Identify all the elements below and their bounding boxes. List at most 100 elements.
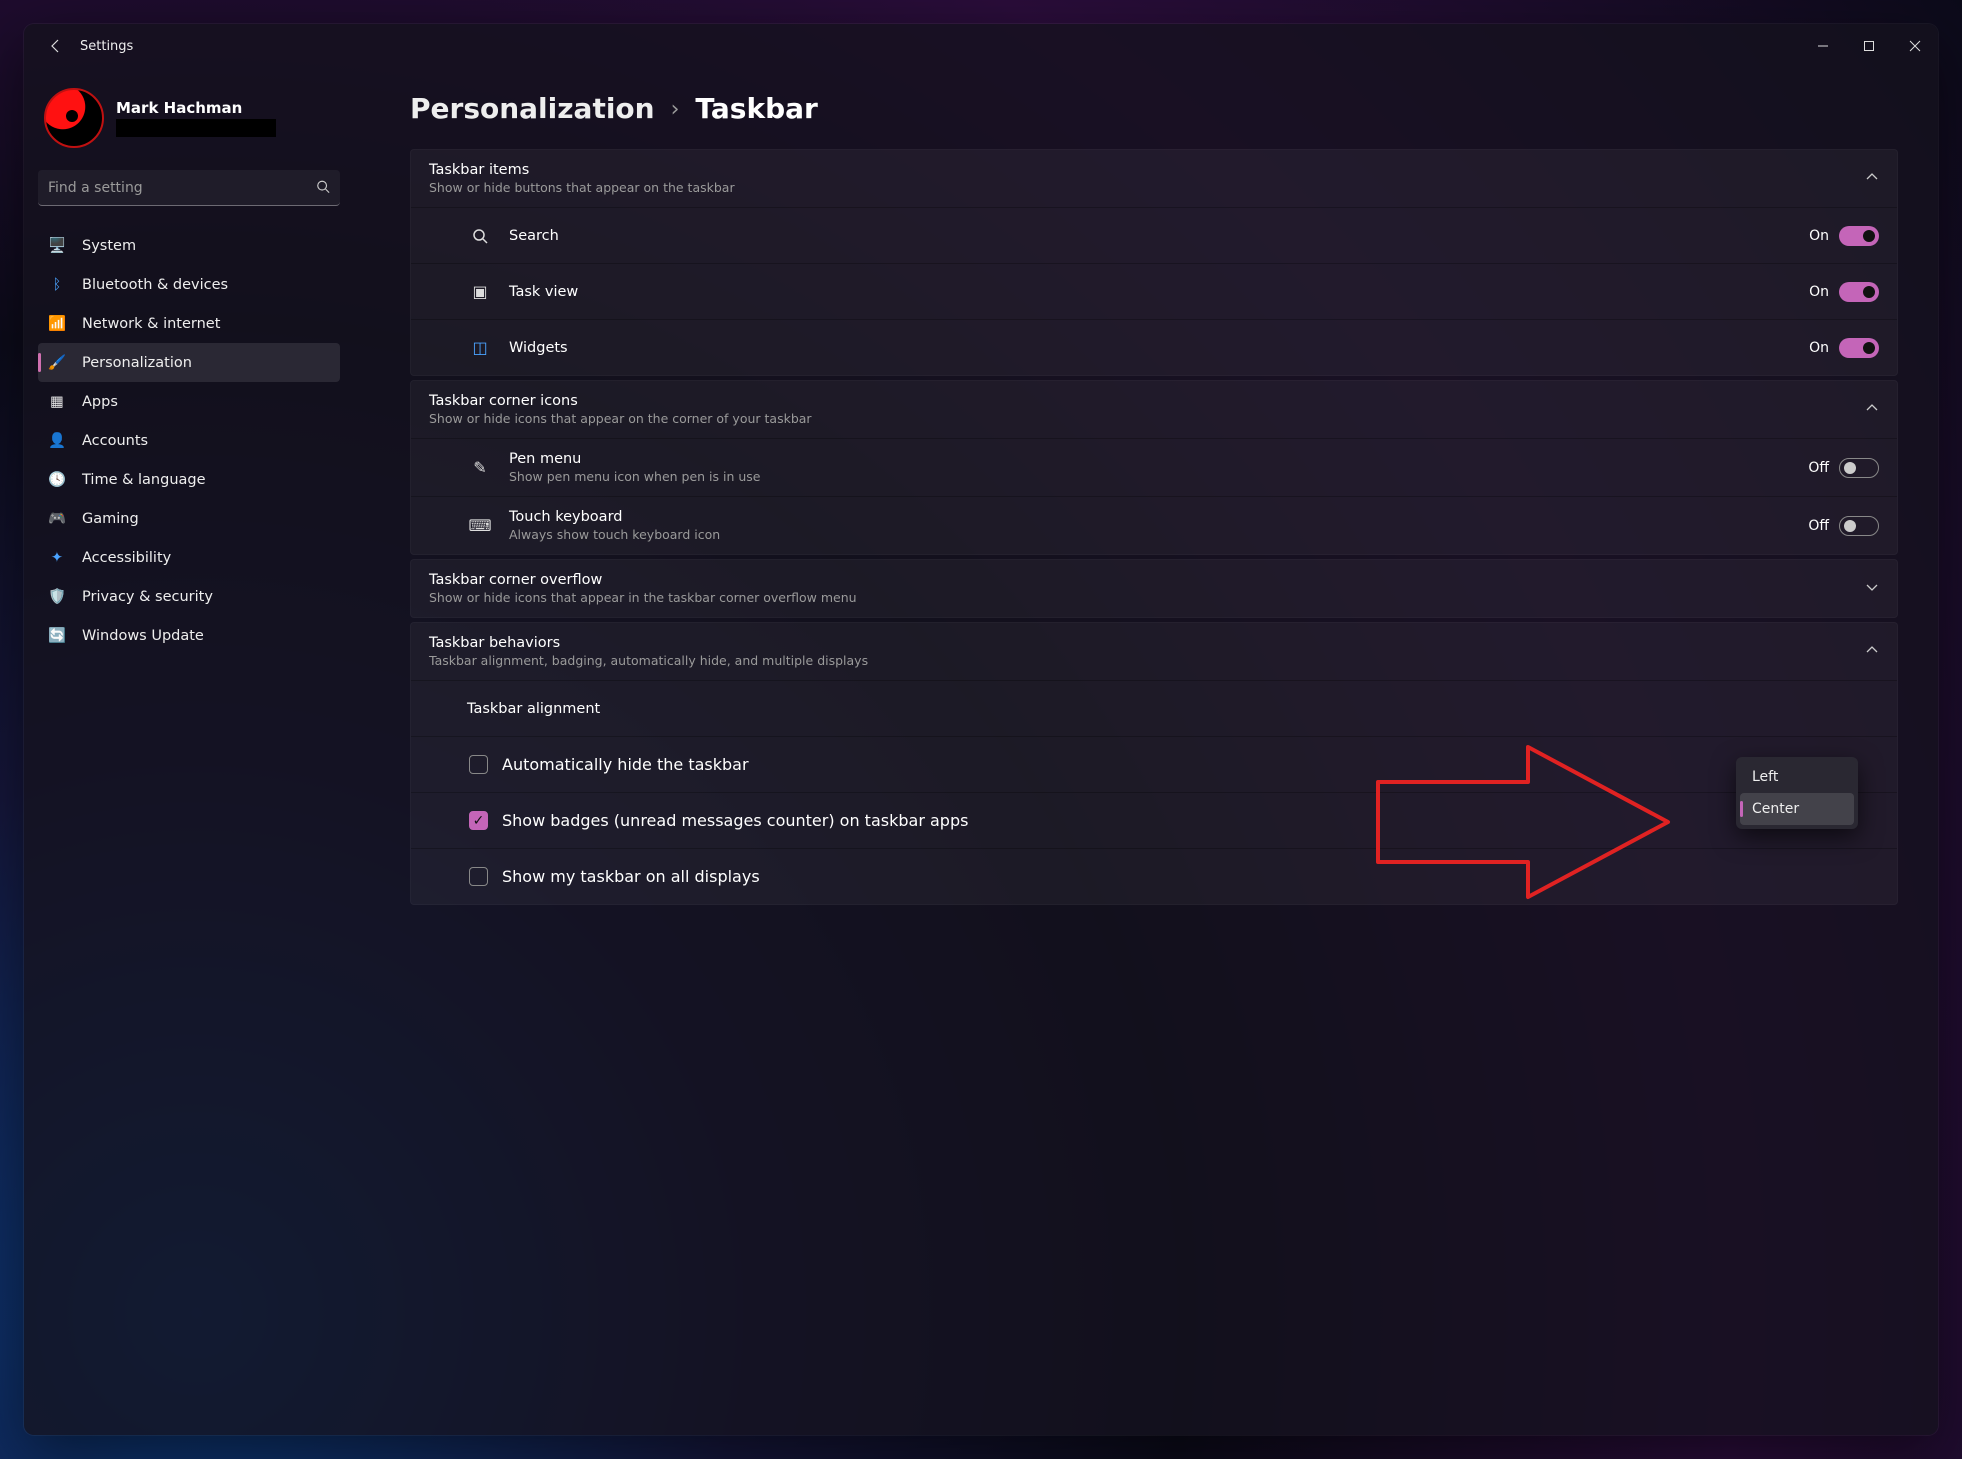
chevron-up-icon — [1865, 400, 1879, 419]
sidebar-item-time[interactable]: 🕓 Time & language — [38, 460, 340, 499]
toggle-search[interactable] — [1839, 226, 1879, 246]
row-widgets: ◫ Widgets On — [411, 319, 1897, 375]
sidebar-item-personalization[interactable]: 🖌️ Personalization — [38, 343, 340, 382]
toggle-taskview[interactable] — [1839, 282, 1879, 302]
back-button[interactable] — [38, 28, 74, 64]
wifi-icon: 📶 — [48, 315, 66, 333]
row-search: Search On — [411, 207, 1897, 263]
toggle-state: On — [1809, 340, 1829, 356]
toggle-touch-keyboard[interactable] — [1839, 516, 1879, 536]
row-taskview: ▣ Task view On — [411, 263, 1897, 319]
clock-icon: 🕓 — [48, 471, 66, 489]
sidebar-item-gaming[interactable]: 🎮Gaming — [38, 499, 340, 538]
sidebar-item-bluetooth[interactable]: ᛒBluetooth & devices — [38, 265, 340, 304]
widgets-icon: ◫ — [467, 338, 493, 357]
expander-header[interactable]: Taskbar items Show or hide buttons that … — [411, 150, 1897, 207]
sidebar-item-accounts[interactable]: 👤 Accounts — [38, 421, 340, 460]
sidebar-item-network[interactable]: 📶 Network & internet — [38, 304, 340, 343]
toggle-widgets[interactable] — [1839, 338, 1879, 358]
sidebar-item-label: Accessibility — [82, 550, 171, 566]
sidebar-item-label: System — [82, 238, 136, 254]
pen-icon: ✎ — [467, 458, 493, 477]
checkbox-label: Show my taskbar on all displays — [502, 867, 760, 886]
settings-window: Settings Mark Hachman 🖥️Sys — [24, 24, 1938, 1435]
row-all-displays[interactable]: Show my taskbar on all displays — [411, 848, 1897, 904]
checkbox-label: Automatically hide the taskbar — [502, 755, 749, 774]
toggle-state: Off — [1808, 518, 1829, 534]
row-label: Task view — [509, 284, 578, 300]
row-auto-hide[interactable]: Automatically hide the taskbar — [411, 736, 1897, 792]
user-name: Mark Hachman — [116, 99, 276, 117]
checkbox-all-displays[interactable] — [469, 867, 488, 886]
titlebar: Settings — [24, 24, 1938, 68]
section-corner-icons: Taskbar corner icons Show or hide icons … — [410, 380, 1898, 555]
bluetooth-icon: ᛒ — [48, 276, 66, 294]
toggle-state: Off — [1808, 460, 1829, 476]
refresh-icon: 🔄 — [48, 627, 66, 645]
checkbox-show-badges[interactable]: ✓ — [469, 811, 488, 830]
section-title: Taskbar corner icons — [429, 393, 812, 409]
breadcrumb-parent[interactable]: Personalization — [410, 92, 655, 125]
close-button[interactable] — [1892, 28, 1938, 64]
section-title: Taskbar items — [429, 162, 735, 178]
row-label: Search — [509, 228, 559, 244]
row-label: Pen menu — [509, 451, 761, 467]
keyboard-icon: ⌨ — [467, 516, 493, 535]
search-field[interactable] — [38, 170, 340, 206]
section-title: Taskbar corner overflow — [429, 572, 857, 588]
shield-icon: 🛡️ — [48, 588, 66, 606]
brush-icon: 🖌️ — [48, 354, 66, 372]
sidebar-item-system[interactable]: 🖥️ System — [38, 226, 340, 265]
chevron-down-icon — [1865, 579, 1879, 598]
row-touch-keyboard: ⌨ Touch keyboard Always show touch keybo… — [411, 496, 1897, 554]
sidebar-item-label: Gaming — [82, 511, 139, 527]
monitor-icon: 🖥️ — [48, 237, 66, 255]
sidebar-item-label: Windows Update — [82, 628, 204, 644]
alignment-option-center[interactable]: Center — [1740, 793, 1854, 825]
sidebar-item-apps[interactable]: ▦Apps — [38, 382, 340, 421]
sidebar-item-label: Network & internet — [82, 316, 220, 332]
section-corner-overflow: Taskbar corner overflow Show or hide ico… — [410, 559, 1898, 618]
accessibility-icon: ✦ — [48, 549, 66, 567]
sidebar-item-privacy[interactable]: 🛡️ Privacy & security — [38, 577, 340, 616]
taskview-icon: ▣ — [467, 282, 493, 301]
expander-header[interactable]: Taskbar behaviors Taskbar alignment, bad… — [411, 623, 1897, 680]
section-behaviors: Taskbar behaviors Taskbar alignment, bad… — [410, 622, 1898, 905]
row-label: Taskbar alignment — [467, 701, 600, 717]
row-label: Widgets — [509, 340, 568, 356]
breadcrumb: Personalization › Taskbar — [410, 92, 1898, 125]
person-icon: 👤 — [48, 432, 66, 450]
row-sublabel: Show pen menu icon when pen is in use — [509, 469, 761, 484]
sidebar-item-update[interactable]: 🔄 Windows Update — [38, 616, 340, 655]
sidebar-item-label: Privacy & security — [82, 589, 213, 605]
alignment-dropdown[interactable]: Left Center — [1736, 757, 1858, 829]
alignment-option-left[interactable]: Left — [1740, 761, 1854, 793]
search-icon — [467, 228, 493, 244]
checkbox-label: Show badges (unread messages counter) on… — [502, 811, 968, 830]
section-subtitle: Show or hide buttons that appear on the … — [429, 180, 735, 195]
profile[interactable]: Mark Hachman — [38, 88, 340, 148]
avatar — [44, 88, 104, 148]
sidebar-item-label: Time & language — [82, 472, 206, 488]
app-title: Settings — [80, 39, 133, 54]
chevron-right-icon: › — [671, 97, 680, 125]
minimize-button[interactable] — [1800, 28, 1846, 64]
sidebar-item-label: Personalization — [82, 355, 192, 371]
sidebar-item-label: Apps — [82, 394, 118, 410]
search-input[interactable] — [38, 170, 340, 206]
sidebar-item-accessibility[interactable]: ✦ Accessibility — [38, 538, 340, 577]
row-sublabel: Always show touch keyboard icon — [509, 527, 720, 542]
sidebar: Mark Hachman 🖥️ System ᛒBluetooth & devic… — [24, 68, 354, 1435]
expander-header[interactable]: Taskbar corner icons Show or hide icons … — [411, 381, 1897, 438]
checkbox-auto-hide[interactable] — [469, 755, 488, 774]
section-taskbar-items: Taskbar items Show or hide buttons that … — [410, 149, 1898, 376]
maximize-button[interactable] — [1846, 28, 1892, 64]
nav: 🖥️ System ᛒBluetooth & devices 📶 Network &… — [38, 226, 340, 655]
section-subtitle: Taskbar alignment, badging, automaticall… — [429, 653, 868, 668]
toggle-pen-menu[interactable] — [1839, 458, 1879, 478]
page-title: Taskbar — [695, 92, 817, 125]
sidebar-item-label: Accounts — [82, 433, 148, 449]
expander-header[interactable]: Taskbar corner overflow Show or hide ico… — [411, 560, 1897, 617]
row-show-badges[interactable]: ✓ Show badges (unread messages counter) … — [411, 792, 1897, 848]
row-pen-menu: ✎ Pen menu Show pen menu icon when pen i… — [411, 438, 1897, 496]
